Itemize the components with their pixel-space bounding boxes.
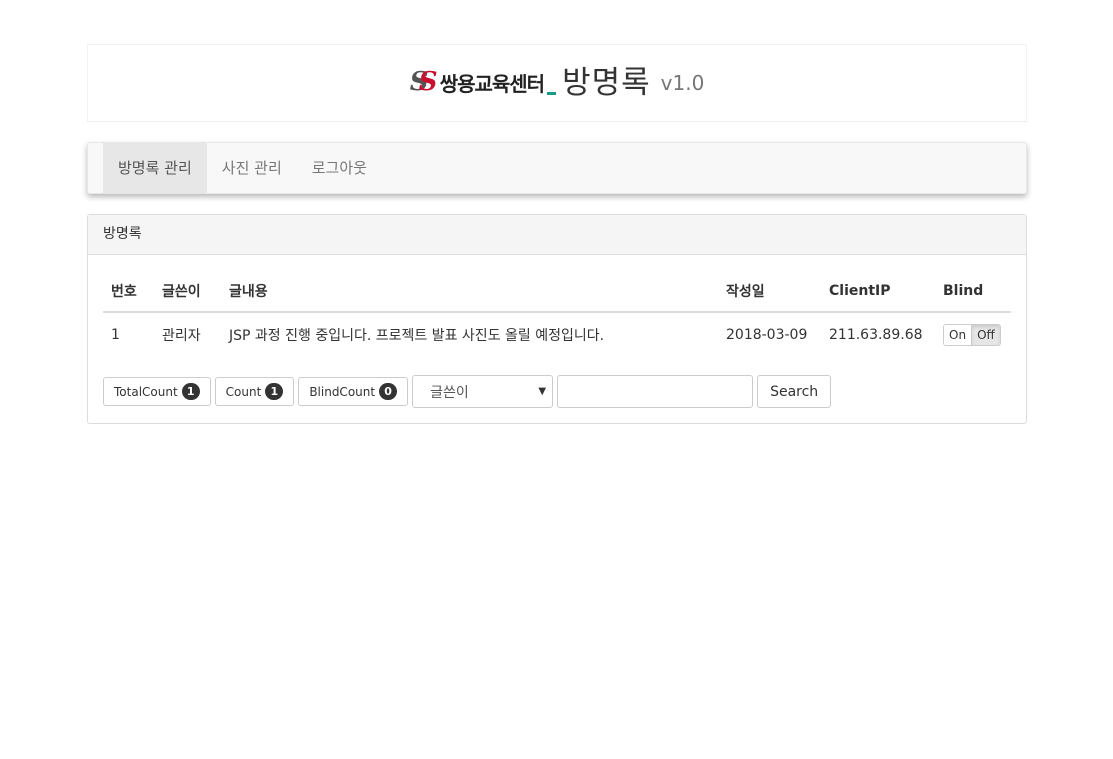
column-header-no: 번호 <box>103 275 154 313</box>
blind-on-button[interactable]: On <box>944 325 972 345</box>
caret-down-icon: ▼ <box>538 386 547 397</box>
blind-count-badge: 0 <box>379 383 398 400</box>
blind-count-label: BlindCount <box>309 384 376 399</box>
blind-toggle[interactable]: On Off <box>943 324 1001 346</box>
logo: SS 쌍용교육센터 <box>409 67 560 97</box>
blind-off-button[interactable]: Off <box>971 325 1000 345</box>
controls-bar: TotalCount 1 Count 1 BlindCount 0 글쓴이 ▼ … <box>103 375 1011 408</box>
total-count-label: TotalCount <box>114 384 178 399</box>
panel-title: 방명록 <box>88 215 1026 255</box>
cell-date: 2018-03-09 <box>726 327 808 343</box>
navbar: 방명록 관리 사진 관리 로그아웃 <box>87 142 1027 194</box>
table-row: 1 관리자 JSP 과정 진행 중입니다. 프로젝트 발표 사진도 올릴 예정입… <box>103 312 1011 357</box>
guestbook-table: 번호 글쓴이 글내용 작성일 ClientIP Blind 1 관리자 JSP … <box>103 275 1011 357</box>
nav-item-guestbook-admin[interactable]: 방명록 관리 <box>103 143 207 193</box>
version-label: v1.0 <box>660 71 705 95</box>
table-header-row: 번호 글쓴이 글내용 작성일 ClientIP Blind <box>103 275 1011 313</box>
cell-clientip: 211.63.89.68 <box>829 327 923 343</box>
column-header-blind: Blind <box>935 275 1011 313</box>
cell-content: JSP 과정 진행 중입니다. 프로젝트 발표 사진도 올릴 예정입니다. <box>229 328 605 344</box>
column-header-clientip: ClientIP <box>821 275 935 313</box>
column-header-date: 작성일 <box>718 275 821 313</box>
search-field-select[interactable]: 글쓴이 ▼ <box>412 375 554 408</box>
cell-no: 1 <box>111 327 120 343</box>
count-button[interactable]: Count 1 <box>214 377 295 406</box>
count-label: Count <box>225 384 262 399</box>
panel-body: 번호 글쓴이 글내용 작성일 ClientIP Blind 1 관리자 JSP … <box>88 255 1026 423</box>
nav-item-photo-admin[interactable]: 사진 관리 <box>207 143 297 193</box>
search-input[interactable] <box>557 375 754 408</box>
guestbook-panel: 방명록 번호 글쓴이 글내용 작성일 ClientIP Blind 1 관리자 … <box>87 214 1027 424</box>
blind-count-button[interactable]: BlindCount 0 <box>298 377 409 406</box>
cell-writer: 관리자 <box>162 328 201 344</box>
page-title: 방명록 <box>562 65 651 101</box>
logo-text: 쌍용교육센터 <box>439 72 545 96</box>
logo-underscore <box>547 92 557 95</box>
search-button[interactable]: Search <box>757 375 832 408</box>
search-field-select-value: 글쓴이 <box>430 384 469 401</box>
cell-blind: On Off <box>935 312 1011 357</box>
count-badge: 1 <box>265 383 284 400</box>
column-header-content: 글내용 <box>221 275 718 313</box>
nav-item-logout[interactable]: 로그아웃 <box>297 143 382 193</box>
total-count-badge: 1 <box>181 383 200 400</box>
total-count-button[interactable]: TotalCount 1 <box>103 377 211 406</box>
page-container: SS 쌍용교육센터 방명록 v1.0 방명록 관리 사진 관리 로그아웃 방명록… <box>87 44 1027 424</box>
logo-mark-icon: SS <box>409 67 438 97</box>
page-header: SS 쌍용교육센터 방명록 v1.0 <box>87 44 1027 122</box>
column-header-writer: 글쓴이 <box>154 275 221 313</box>
